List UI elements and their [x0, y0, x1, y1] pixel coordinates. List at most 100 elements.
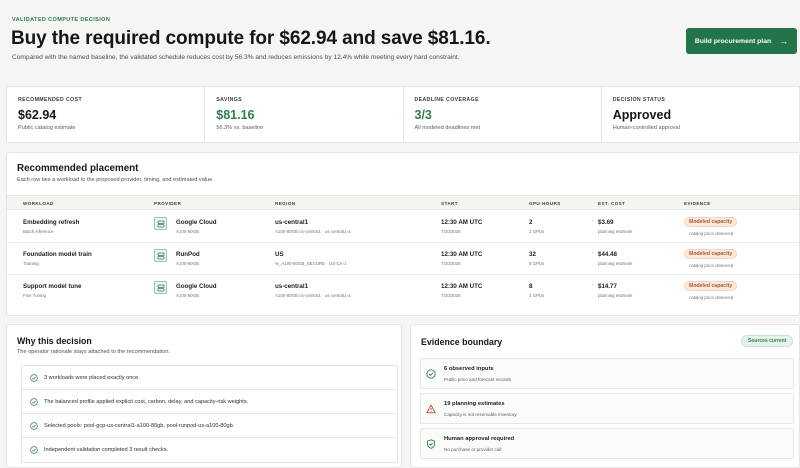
gpu-hours: 8 — [529, 283, 533, 290]
kpi-value: $81.16 — [216, 108, 255, 122]
evidence-card-sub: Public price and forecast records — [444, 377, 511, 382]
why-description: The operator rationale stays attached to… — [17, 349, 170, 355]
workload-name: Support model tune — [23, 283, 82, 290]
kpi-sub: Human-controlled approval — [612, 125, 680, 131]
start-time: 12:30 AM UTC — [441, 283, 483, 290]
kpi-row: RECOMMENDED COST $62.94 Public catalog e… — [6, 86, 800, 143]
page-title: Buy the required compute for $62.94 and … — [11, 28, 491, 49]
rationale-text: The balanced profile applied explicit co… — [44, 398, 249, 405]
table-header: WORKLOAD PROVIDER REGION START GPU-HOURS… — [7, 195, 799, 210]
evidence-badge: Modeled capacity — [684, 217, 738, 227]
evidence-badge: Modeled capacity — [684, 249, 738, 259]
rationale-list: 3 workloads were placed exactly once. Th… — [21, 365, 398, 463]
provider-name: Google Cloud — [176, 219, 217, 226]
placement-description: Each row ties a workload to the proposed… — [17, 177, 214, 183]
region-name: US — [275, 251, 284, 258]
evidence-card-title: Human approval required — [444, 436, 515, 442]
why-title: Why this decision — [17, 336, 92, 346]
list-item: 3 workloads were placed exactly once. — [22, 366, 397, 390]
start-time: 12:30 AM UTC — [441, 251, 483, 258]
column-header-region: REGION — [275, 201, 296, 206]
provider-gpu: A100-80GB — [176, 229, 199, 234]
table-row[interactable]: Foundation model train Training RunPod A… — [7, 243, 799, 275]
gpu-hours: 2 — [529, 219, 533, 226]
provider-name: RunPod — [176, 251, 200, 258]
kpi-label: SAVINGS — [216, 97, 243, 103]
cost-cell: $14.77 planning estimate — [598, 283, 632, 298]
evidence-note: catalog price observed — [689, 295, 734, 300]
cost-note: planning estimate — [598, 229, 633, 234]
evidence-card-approval: Human approval required No purchase or p… — [420, 428, 794, 459]
evidence-badge: Modeled capacity — [684, 281, 738, 291]
workload-type: Fine Tuning — [23, 293, 46, 298]
evidence-note: catalog price observed — [689, 263, 734, 268]
start-cell: 12:30 AM UTC 7/20/2026 — [441, 219, 482, 234]
est-cost: $3.69 — [598, 219, 614, 226]
rationale-text: Selected pools: pool-gcp-us-central1-a10… — [44, 422, 235, 429]
build-procurement-plan-button[interactable]: Build procurement plan → — [686, 28, 797, 54]
workload-cell: Support model tune Fine Tuning — [23, 283, 81, 298]
evidence-title: Evidence boundary — [421, 337, 503, 347]
kpi-sub: Public catalog estimate — [18, 125, 76, 131]
kpi-label: DEADLINE COVERAGE — [414, 97, 479, 103]
cost-note: planning estimate — [598, 261, 633, 266]
provider-gpu: A100-80GB — [176, 261, 199, 266]
table-row[interactable]: Embedding refresh Batch inference Google… — [7, 211, 799, 243]
evidence-card-observed: 6 observed inputs Public price and forec… — [420, 358, 794, 389]
rationale-text: Independent validation completed 3 resul… — [44, 447, 169, 453]
check-circle-icon — [30, 446, 38, 454]
kpi-deadline-coverage: DEADLINE COVERAGE 3/3 All modeled deadli… — [404, 87, 602, 142]
column-header-gpu-hours: GPU-HOURS — [529, 201, 561, 206]
evidence-card-estimates: 19 planning estimates Capacity is not re… — [420, 393, 794, 424]
cost-note: planning estimate — [598, 293, 633, 298]
check-circle-icon — [30, 373, 38, 382]
gpu-count: 8 GPUs — [529, 261, 545, 266]
evidence-card-sub: No purchase or provider call — [444, 447, 502, 452]
list-item: Independent validation completed 3 resul… — [22, 438, 397, 462]
region-detail: A100-80GB us-central1 · us-central1-a — [275, 229, 351, 234]
workload-type: Training — [23, 261, 39, 266]
provider-gpu: A100-80GB — [176, 293, 199, 298]
start-cell: 12:30 AM UTC 7/20/2026 — [441, 283, 482, 298]
kpi-value: $62.94 — [18, 108, 57, 122]
column-header-evidence: EVIDENCE — [684, 201, 711, 206]
region-name: us-central1 — [275, 219, 309, 226]
provider-cell: Google Cloud A100-80GB — [176, 219, 217, 234]
table-row[interactable]: Support model tune Fine Tuning Google Cl… — [7, 275, 799, 307]
kpi-sub: All modeled deadlines met — [414, 125, 481, 131]
kpi-savings: SAVINGS $81.16 56.3% vs. baseline — [205, 87, 404, 142]
gpu-hours: 32 — [529, 251, 536, 258]
why-panel: Why this decision The operator rationale… — [6, 324, 402, 468]
provider-name: Google Cloud — [176, 283, 217, 290]
start-date: 7/20/2026 — [441, 293, 461, 298]
start-date: 7/20/2026 — [441, 229, 461, 234]
server-icon — [154, 281, 167, 294]
page-subtitle: Compared with the named baseline, the va… — [12, 54, 460, 61]
start-time: 12:30 AM UTC — [441, 219, 483, 226]
column-header-start: START — [441, 201, 458, 206]
sources-status-badge: Sources current — [741, 335, 794, 347]
region-name: us-central1 — [275, 283, 309, 290]
kpi-sub: 56.3% vs. baseline — [216, 125, 264, 131]
workload-type: Batch inference — [23, 229, 54, 234]
server-icon — [154, 249, 167, 262]
evidence-panel: Evidence boundary Sources current 6 obse… — [410, 324, 800, 468]
list-item: The balanced profile applied explicit co… — [22, 390, 397, 414]
list-item: Selected pools: pool-gcp-us-central1-a10… — [22, 414, 397, 438]
cta-label: Build procurement plan — [694, 37, 772, 45]
column-header-est-cost: EST. COST — [598, 201, 626, 206]
arrow-right-icon: → — [779, 36, 789, 46]
evidence-card-title: 19 planning estimates — [444, 401, 505, 407]
server-icon — [154, 217, 167, 230]
gpu-hours-cell: 8 4 GPUs — [529, 283, 544, 298]
kpi-decision-status: DECISION STATUS Approved Human-controlle… — [602, 87, 799, 142]
cost-cell: $3.69 planning estimate — [598, 219, 632, 234]
placement-panel: Recommended placement Each row ties a wo… — [6, 152, 800, 316]
gpu-hours-cell: 32 8 GPUs — [529, 251, 544, 266]
region-detail: %_A100-80GB_SECURE · US-CA-1 — [275, 261, 347, 266]
kpi-label: RECOMMENDED COST — [18, 97, 83, 103]
check-circle-icon — [30, 397, 38, 406]
cost-cell: $44.48 planning estimate — [598, 251, 632, 266]
est-cost: $44.48 — [598, 251, 617, 258]
rationale-text: 3 workloads were placed exactly once. — [44, 374, 140, 381]
